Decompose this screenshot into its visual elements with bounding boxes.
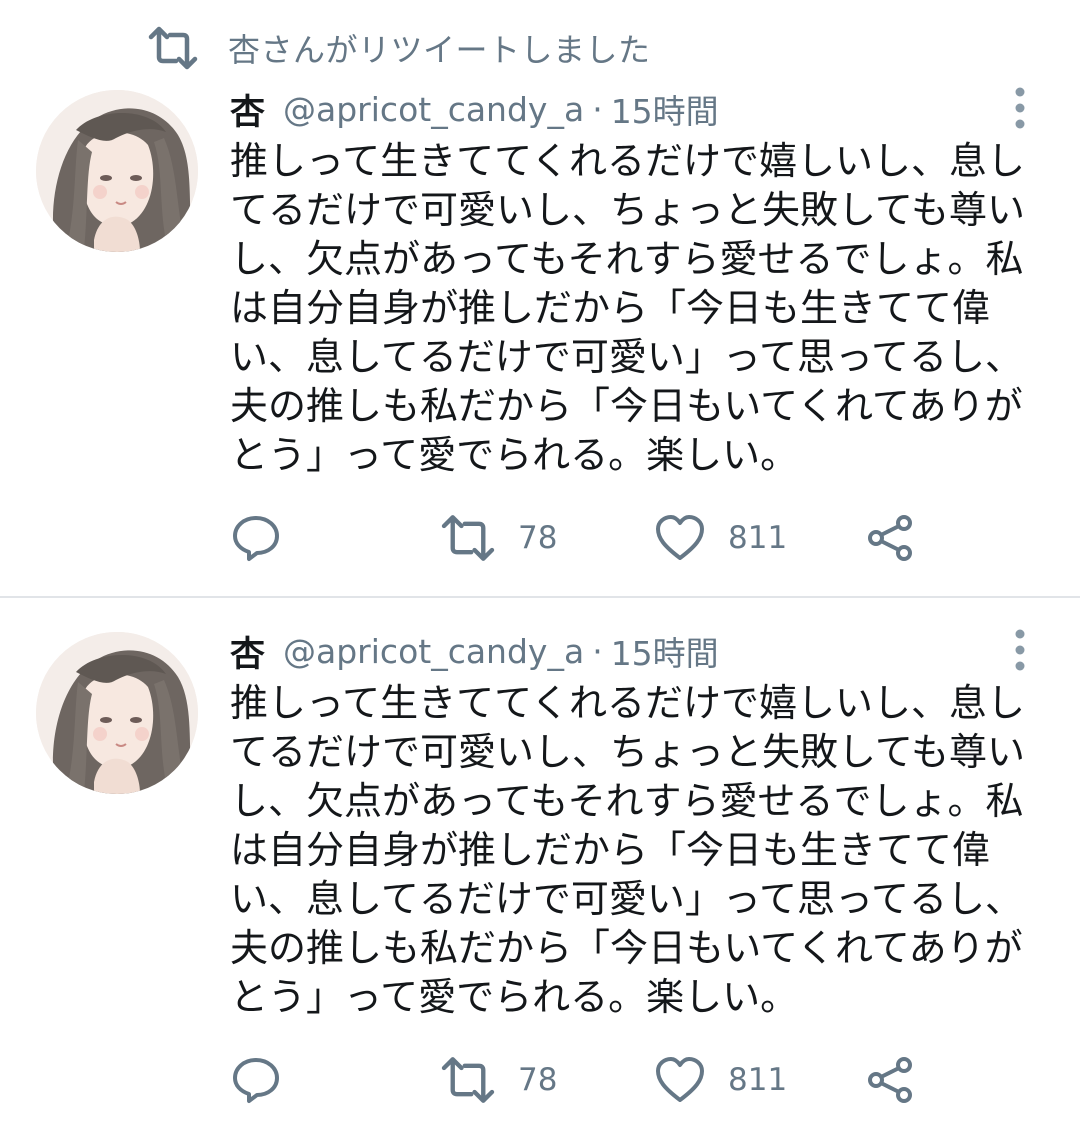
separator-dot: ·: [592, 631, 603, 671]
tweet-text-line: てるだけで可愛いし、ちょっと失敗しても尊い: [230, 188, 1025, 232]
tweet-text-line: 夫の推しも私だから「今日もいてくれてありが: [230, 926, 1023, 970]
tweet-actions: 78 811: [230, 508, 1050, 568]
share-icon: [866, 514, 916, 562]
share-button[interactable]: [866, 508, 916, 568]
more-vertical-icon[interactable]: [1006, 628, 1034, 672]
tweet-header: 杏 @apricot_candy_a · 15時間: [230, 84, 719, 134]
user-handle[interactable]: @apricot_candy_a: [283, 632, 584, 671]
reply-button[interactable]: [230, 508, 282, 568]
like-button[interactable]: 811: [654, 1050, 787, 1110]
tweet-text-line: は自分自身が推しだから「今日も生きてて偉: [230, 828, 991, 872]
tweet-text: 推しって生きててくれるだけで嬉しいし、息し てるだけで可愛いし、ちょっと失敗して…: [230, 137, 1040, 480]
tweet[interactable]: 杏 @apricot_candy_a · 15時間 推しって生きててくれるだけで…: [0, 598, 1080, 1134]
retweet-context: 杏さんがリツイートしました: [148, 24, 651, 72]
like-count: 811: [728, 1062, 788, 1098]
tweet-text-line: し、欠点があってもそれすら愛せるでしょ。私: [230, 779, 1024, 823]
tweet[interactable]: 杏さんがリツイートしました 杏 @apricot_candy_a · 15時間: [0, 0, 1080, 596]
like-button[interactable]: 811: [654, 508, 787, 568]
tweet-text-line: 夫の推しも私だから「今日もいてくれてありが: [230, 384, 1023, 428]
tweet-text: 推しって生きててくれるだけで嬉しいし、息し てるだけで可愛いし、ちょっと失敗して…: [230, 679, 1040, 1022]
tweet-text-line: は自分自身が推しだから「今日も生きてて偉: [230, 286, 991, 330]
heart-icon: [654, 1056, 706, 1104]
retweet-button[interactable]: 78: [440, 508, 557, 568]
display-name[interactable]: 杏: [230, 626, 265, 677]
retweet-context-label: 杏さんがリツイートしました: [228, 31, 651, 69]
reply-icon: [230, 1054, 282, 1106]
retweet-icon: [440, 1056, 496, 1104]
user-handle[interactable]: @apricot_candy_a: [283, 90, 584, 129]
retweet-button[interactable]: 78: [440, 1050, 557, 1110]
tweet-text-line: 推しって生きててくれるだけで嬉しいし、息し: [230, 681, 1025, 725]
display-name[interactable]: 杏: [230, 84, 265, 135]
avatar[interactable]: [36, 632, 198, 794]
more-vertical-icon[interactable]: [1006, 86, 1034, 130]
reply-icon: [230, 512, 282, 564]
tweet-text-line: 推しって生きててくれるだけで嬉しいし、息し: [230, 139, 1025, 183]
tweet-text-line: とう」って愛でられる。楽しい。: [230, 433, 799, 477]
retweet-count: 78: [518, 1062, 558, 1098]
tweet-text-line: い、息してるだけで可愛い」って思ってるし、: [230, 877, 1024, 921]
share-icon: [866, 1056, 916, 1104]
tweet-actions: 78 811: [230, 1050, 1050, 1110]
retweet-icon: [148, 26, 198, 70]
separator-dot: ·: [592, 89, 603, 129]
tweet-text-line: し、欠点があってもそれすら愛せるでしょ。私: [230, 237, 1024, 281]
tweet-text-line: てるだけで可愛いし、ちょっと失敗しても尊い: [230, 730, 1025, 774]
reply-button[interactable]: [230, 1050, 282, 1110]
heart-icon: [654, 514, 706, 562]
retweet-count: 78: [518, 520, 558, 556]
timestamp[interactable]: 15時間: [611, 627, 719, 675]
tweet-header: 杏 @apricot_candy_a · 15時間: [230, 626, 719, 676]
tweet-text-line: とう」って愛でられる。楽しい。: [230, 975, 799, 1019]
tweet-text-line: い、息してるだけで可愛い」って思ってるし、: [230, 335, 1024, 379]
like-count: 811: [728, 520, 788, 556]
avatar[interactable]: [36, 90, 198, 252]
retweet-icon: [440, 514, 496, 562]
share-button[interactable]: [866, 1050, 916, 1110]
timestamp[interactable]: 15時間: [611, 85, 719, 133]
